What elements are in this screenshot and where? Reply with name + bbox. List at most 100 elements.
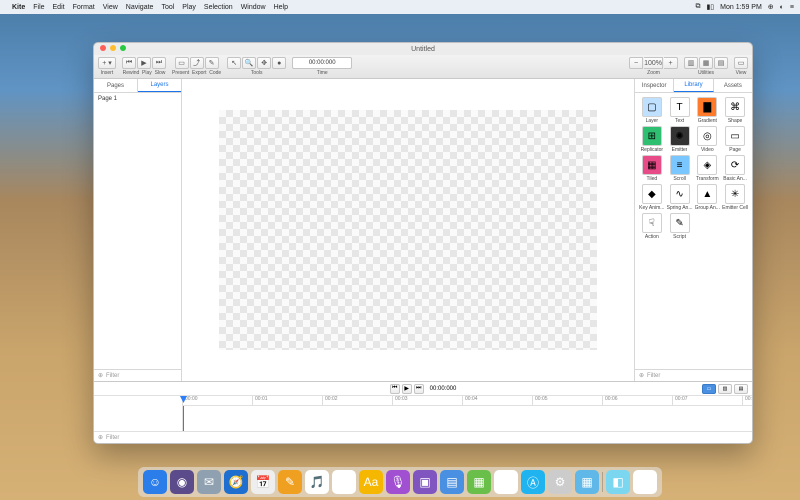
timeline-tracks[interactable] [182,406,752,431]
menu-navigate[interactable]: Navigate [126,4,154,11]
menu-format[interactable]: Format [73,4,95,11]
library-label: Transform [696,176,719,182]
library-item-emitter-cell[interactable]: ✳Emitter Cell [722,184,748,211]
library-item-script[interactable]: ✎Script [667,213,693,240]
library-item-basic-an-[interactable]: ⟳Basic An... [722,155,748,182]
dock-app-10[interactable]: ▣ [413,470,437,494]
tab-inspector[interactable]: Inspector [635,79,674,92]
minimize-button[interactable] [110,45,116,51]
library-item-layer[interactable]: ▢Layer [639,97,665,124]
zoom-out-button[interactable]: − [629,57,643,69]
library-item-group-an-[interactable]: ▲Group An... [695,184,721,211]
library-item-shape[interactable]: ⌘Shape [722,97,748,124]
playhead[interactable] [183,406,184,431]
library-item-page[interactable]: ▭Page [722,126,748,153]
spotlight-icon[interactable]: ⊕ [768,3,774,11]
close-button[interactable] [100,45,106,51]
timeline-filter-field[interactable]: Filter [106,435,119,441]
dock-app-11[interactable]: ▤ [440,470,464,494]
time-field[interactable]: 00:00:000 [292,57,352,69]
timeline-play[interactable]: ▶ [402,384,412,394]
dock-app-12[interactable]: ▦ [467,470,491,494]
library-item-replicator[interactable]: ⊞Replicator [639,126,665,153]
dock: ☺◉✉🧭📅✎🎵✎Aa🎙▣▤▦⚙Ⓐ⚙▦◧🗑 [138,467,662,497]
library-item-gradient[interactable]: ▇Gradient [695,97,721,124]
battery-icon[interactable]: ▮▯ [706,3,714,11]
export-button[interactable]: ⤴ [190,57,204,69]
library-item-action[interactable]: ☟Action [639,213,665,240]
menu-help[interactable]: Help [274,4,288,11]
control-center-icon[interactable]: ◐ [780,4,784,11]
utility-inspector[interactable]: ▥ [684,57,698,69]
dock-app-3[interactable]: 🧭 [224,470,248,494]
present-button[interactable]: ▭ [175,57,189,69]
zoom-in-button[interactable]: + [664,57,678,69]
dock-app-6[interactable]: 🎵 [305,470,329,494]
tab-library[interactable]: Library [674,79,713,92]
tool-record[interactable]: ● [272,57,286,69]
library-item-spring-an-[interactable]: ∿Spring An... [667,184,693,211]
library-item-emitter[interactable]: ✺Emitter [667,126,693,153]
library-icon: ∿ [670,184,690,204]
tab-assets[interactable]: Assets [714,79,752,92]
app-menu[interactable]: Kite [12,4,25,11]
timeline-mode-1[interactable]: ▭ [702,384,716,394]
notifications-icon[interactable]: ≡ [790,4,794,11]
menu-play[interactable]: Play [182,4,196,11]
library-item-video[interactable]: ◎Video [695,126,721,153]
library-item-scroll[interactable]: ≡Scroll [667,155,693,182]
menu-selection[interactable]: Selection [204,4,233,11]
dock-app-17[interactable]: ◧ [606,470,630,494]
timeline-rewind[interactable]: ⏮ [390,384,400,394]
library-item-transform[interactable]: ◈Transform [695,155,721,182]
view-toggle[interactable]: ▭ [734,57,748,69]
menu-file[interactable]: File [33,4,44,11]
library-item-text[interactable]: TText [667,97,693,124]
layer-list[interactable]: Page 1 [94,93,181,369]
zoom-value[interactable]: 100% [644,57,663,69]
clock[interactable]: Mon 1:59 PM [720,4,762,11]
dock-app-7[interactable]: ✎ [332,470,356,494]
play-button[interactable]: ▶ [137,57,151,69]
tool-pointer[interactable]: ↖ [227,57,241,69]
tool-search[interactable]: 🔍 [242,57,256,69]
menu-tool[interactable]: Tool [161,4,174,11]
dock-app-15[interactable]: ⚙ [548,470,572,494]
dock-app-1[interactable]: ◉ [170,470,194,494]
dock-app-13[interactable]: ⚙ [494,470,518,494]
wifi-icon[interactable]: ⧉ [695,3,700,11]
utility-assets[interactable]: ▤ [714,57,728,69]
slow-button[interactable]: ⏭ [152,57,166,69]
insert-button[interactable]: + ▾ [98,57,116,69]
tab-pages[interactable]: Pages [94,79,138,92]
library-label: Gradient [698,118,717,124]
dock-app-14[interactable]: Ⓐ [521,470,545,494]
canvas[interactable] [219,110,597,350]
tab-layers[interactable]: Layers [138,79,181,92]
dock-app-16[interactable]: ▦ [575,470,599,494]
menu-edit[interactable]: Edit [53,4,65,11]
timeline-mode-3[interactable]: ▤ [734,384,748,394]
page-item[interactable]: Page 1 [98,96,177,102]
dock-app-8[interactable]: Aa [359,470,383,494]
dock-app-4[interactable]: 📅 [251,470,275,494]
zoom-button[interactable] [120,45,126,51]
dock-app-5[interactable]: ✎ [278,470,302,494]
timeline-forward[interactable]: ⏭ [414,384,424,394]
library-item-key-anim-[interactable]: ◆Key Anim... [639,184,665,211]
menu-window[interactable]: Window [241,4,266,11]
rewind-button[interactable]: ⏮ [122,57,136,69]
dock-app-18[interactable]: 🗑 [633,470,657,494]
menu-view[interactable]: View [103,4,118,11]
dock-app-0[interactable]: ☺ [143,470,167,494]
utility-library[interactable]: ▦ [699,57,713,69]
tool-move[interactable]: ✥ [257,57,271,69]
code-button[interactable]: ✎ [205,57,219,69]
dock-app-9[interactable]: 🎙 [386,470,410,494]
right-filter-field[interactable]: Filter [647,373,660,379]
timeline-ruler[interactable]: 00:0000:0100:0200:0300:0400:0500:0600:07… [182,396,752,406]
dock-app-2[interactable]: ✉ [197,470,221,494]
library-item-tiled[interactable]: ▦Tiled [639,155,665,182]
timeline-mode-2[interactable]: ▥ [718,384,732,394]
left-filter-field[interactable]: Filter [106,373,119,379]
